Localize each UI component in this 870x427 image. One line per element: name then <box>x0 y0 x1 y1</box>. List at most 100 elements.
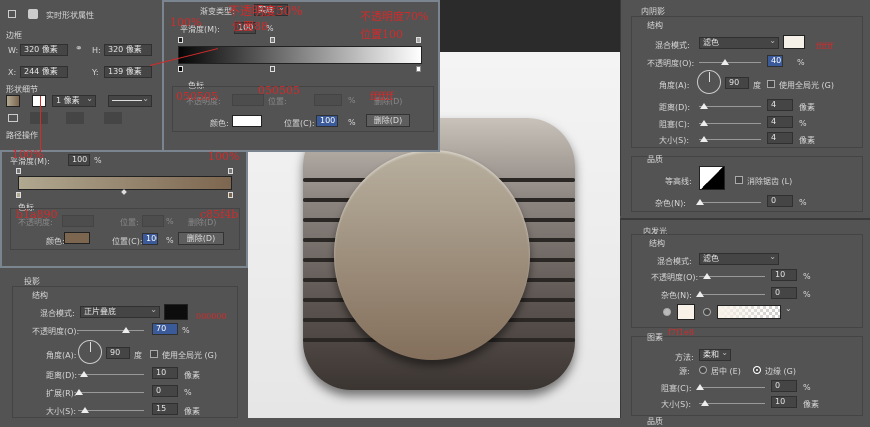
inner-contour-preview[interactable] <box>699 166 725 190</box>
panel-title: 实时形状属性 <box>46 11 94 20</box>
y-input[interactable]: 139 像素 <box>104 66 152 78</box>
opacity-stop-right[interactable] <box>416 37 421 43</box>
inner-choke-input[interactable]: 4 <box>767 116 793 128</box>
align-dropdown[interactable] <box>30 112 48 124</box>
stroke-width-dropdown[interactable]: 1 像素 <box>52 94 96 107</box>
inner-size-input[interactable]: 4 <box>767 132 793 144</box>
inner-angle-dial[interactable] <box>697 70 721 94</box>
rect-icon[interactable] <box>8 10 16 18</box>
smooth-input-b[interactable]: 100 <box>68 154 90 166</box>
inner-distance-input[interactable]: 4 <box>767 99 793 111</box>
fill-swatch[interactable] <box>6 95 20 107</box>
annot-050505b: 050505 <box>258 84 300 97</box>
glow-opacity-input[interactable]: 10 <box>771 269 797 281</box>
glow-choke-input[interactable]: 0 <box>771 380 797 392</box>
glow-size-input[interactable]: 10 <box>771 396 797 408</box>
drop-size-slider[interactable] <box>78 407 144 413</box>
color-stop-right[interactable] <box>416 66 421 72</box>
opacity-stop-left-b[interactable] <box>16 168 21 174</box>
glow-color-radio[interactable] <box>663 308 671 316</box>
inner-glow-panel: 内发光 结构 混合模式: 滤色 不透明度(O): 10 % 杂色(N): 0 %… <box>620 218 870 426</box>
glow-opacity-slider[interactable] <box>699 273 765 279</box>
inner-size-slider[interactable] <box>699 136 761 142</box>
opacity-stop-right-b[interactable] <box>228 168 233 174</box>
x-input[interactable]: 244 像素 <box>20 66 68 78</box>
link-icon[interactable]: ⚭ <box>75 44 83 54</box>
drop-distance-slider[interactable] <box>78 371 144 377</box>
align-icon[interactable] <box>8 114 18 122</box>
glow-edge-radio[interactable] <box>753 366 761 374</box>
delete-button-b[interactable]: 删除(D) <box>178 232 224 245</box>
inner-blend-dropdown[interactable]: 滤色 <box>699 36 779 49</box>
inner-antialias-checkbox[interactable] <box>735 176 743 184</box>
stroke-style-dropdown[interactable] <box>108 94 152 107</box>
stroke-swatch[interactable] <box>32 95 46 107</box>
stop-color-swatch[interactable] <box>232 115 262 127</box>
mask-icon[interactable] <box>28 9 38 19</box>
drop-spread-input[interactable]: 0 <box>152 385 178 397</box>
drop-distance-input[interactable]: 10 <box>152 367 178 379</box>
inner-choke-slider[interactable] <box>699 120 761 126</box>
glow-gradient-radio[interactable] <box>703 308 711 316</box>
color-stop-mid-b[interactable] <box>121 189 127 195</box>
inner-global-light-checkbox[interactable] <box>767 80 775 88</box>
section-shape: 形状细节 <box>6 85 38 94</box>
drop-angle-dial[interactable] <box>78 340 102 364</box>
annot-opacity70: 不透明度70% <box>360 10 429 23</box>
location-input <box>314 94 342 106</box>
glow-gradient-preview[interactable] <box>717 305 781 319</box>
color-stop-mid[interactable] <box>270 66 275 72</box>
inner-opacity-pct: % <box>797 58 805 67</box>
annot-opacity50: 不透明度50% <box>228 4 303 18</box>
annot-line-2 <box>40 96 41 152</box>
drop-opacity-input[interactable]: 70 <box>152 323 178 335</box>
canvas-top-bar <box>440 0 620 52</box>
annot-inner-color: ffffff <box>816 42 834 51</box>
loc-c-input[interactable]: 100 <box>316 115 338 127</box>
inner-opacity-slider[interactable] <box>699 59 761 65</box>
glow-noise-input[interactable]: 0 <box>771 287 797 299</box>
cap-dropdown[interactable] <box>66 112 84 124</box>
inner-distance-slider[interactable] <box>699 103 761 109</box>
drop-blend-dropdown[interactable]: 正片叠底 <box>80 305 160 318</box>
glow-noise-slider[interactable] <box>696 291 765 297</box>
annot-top-100: 100% <box>170 16 202 29</box>
glow-color-swatch[interactable] <box>677 304 695 320</box>
glow-center-radio[interactable] <box>699 366 707 374</box>
inner-noise-slider[interactable] <box>696 199 761 205</box>
drop-angle-label: 角度(A): <box>46 351 77 360</box>
drop-color-swatch[interactable] <box>164 304 188 320</box>
width-input[interactable]: 320 像素 <box>20 44 68 56</box>
delete-button[interactable]: 删除(D) <box>366 114 410 127</box>
inner-opacity-input[interactable]: 40 <box>767 55 783 67</box>
opacity-stop-left[interactable] <box>178 37 183 43</box>
drop-opacity-label: 不透明度(O): <box>32 327 80 336</box>
glow-method-dropdown[interactable]: 柔和 <box>699 348 731 361</box>
opacity-stop-mid[interactable] <box>270 37 275 43</box>
color-stop-right-b[interactable] <box>228 192 233 198</box>
color-stop-left-b[interactable] <box>16 192 21 198</box>
glow-size-slider[interactable] <box>699 400 765 406</box>
glow-gradient-chevron-icon[interactable]: ⌄ <box>785 304 792 313</box>
drop-angle-unit: 度 <box>134 351 142 360</box>
drop-global-light-checkbox[interactable] <box>150 350 158 358</box>
drop-angle-input[interactable]: 90 <box>106 347 130 359</box>
annot-pos88: 位置88 <box>232 20 268 33</box>
drop-spread-slider[interactable] <box>75 389 144 395</box>
glow-method-label: 方法: <box>675 353 694 362</box>
stop-color-swatch-b[interactable] <box>64 232 90 244</box>
gradient-bar-bottom[interactable] <box>18 176 232 190</box>
loc-c-input-b[interactable]: 100 <box>142 233 158 245</box>
color-stop-left[interactable] <box>178 66 183 72</box>
glow-blend-dropdown[interactable]: 滤色 <box>699 252 779 265</box>
x-label: X: <box>8 68 17 77</box>
height-input[interactable]: 320 像素 <box>104 44 152 56</box>
drop-shadow-panel: 投影 结构 混合模式: 正片叠底 不透明度(O): 70 % 角度(A): 90… <box>0 272 248 418</box>
glow-choke-slider[interactable] <box>696 384 765 390</box>
inner-color-swatch[interactable] <box>783 35 805 49</box>
drop-size-input[interactable]: 15 <box>152 403 178 415</box>
drop-opacity-slider[interactable] <box>78 327 144 333</box>
inner-noise-input[interactable]: 0 <box>767 195 793 207</box>
join-dropdown[interactable] <box>104 112 122 124</box>
inner-angle-input[interactable]: 90 <box>725 77 749 89</box>
